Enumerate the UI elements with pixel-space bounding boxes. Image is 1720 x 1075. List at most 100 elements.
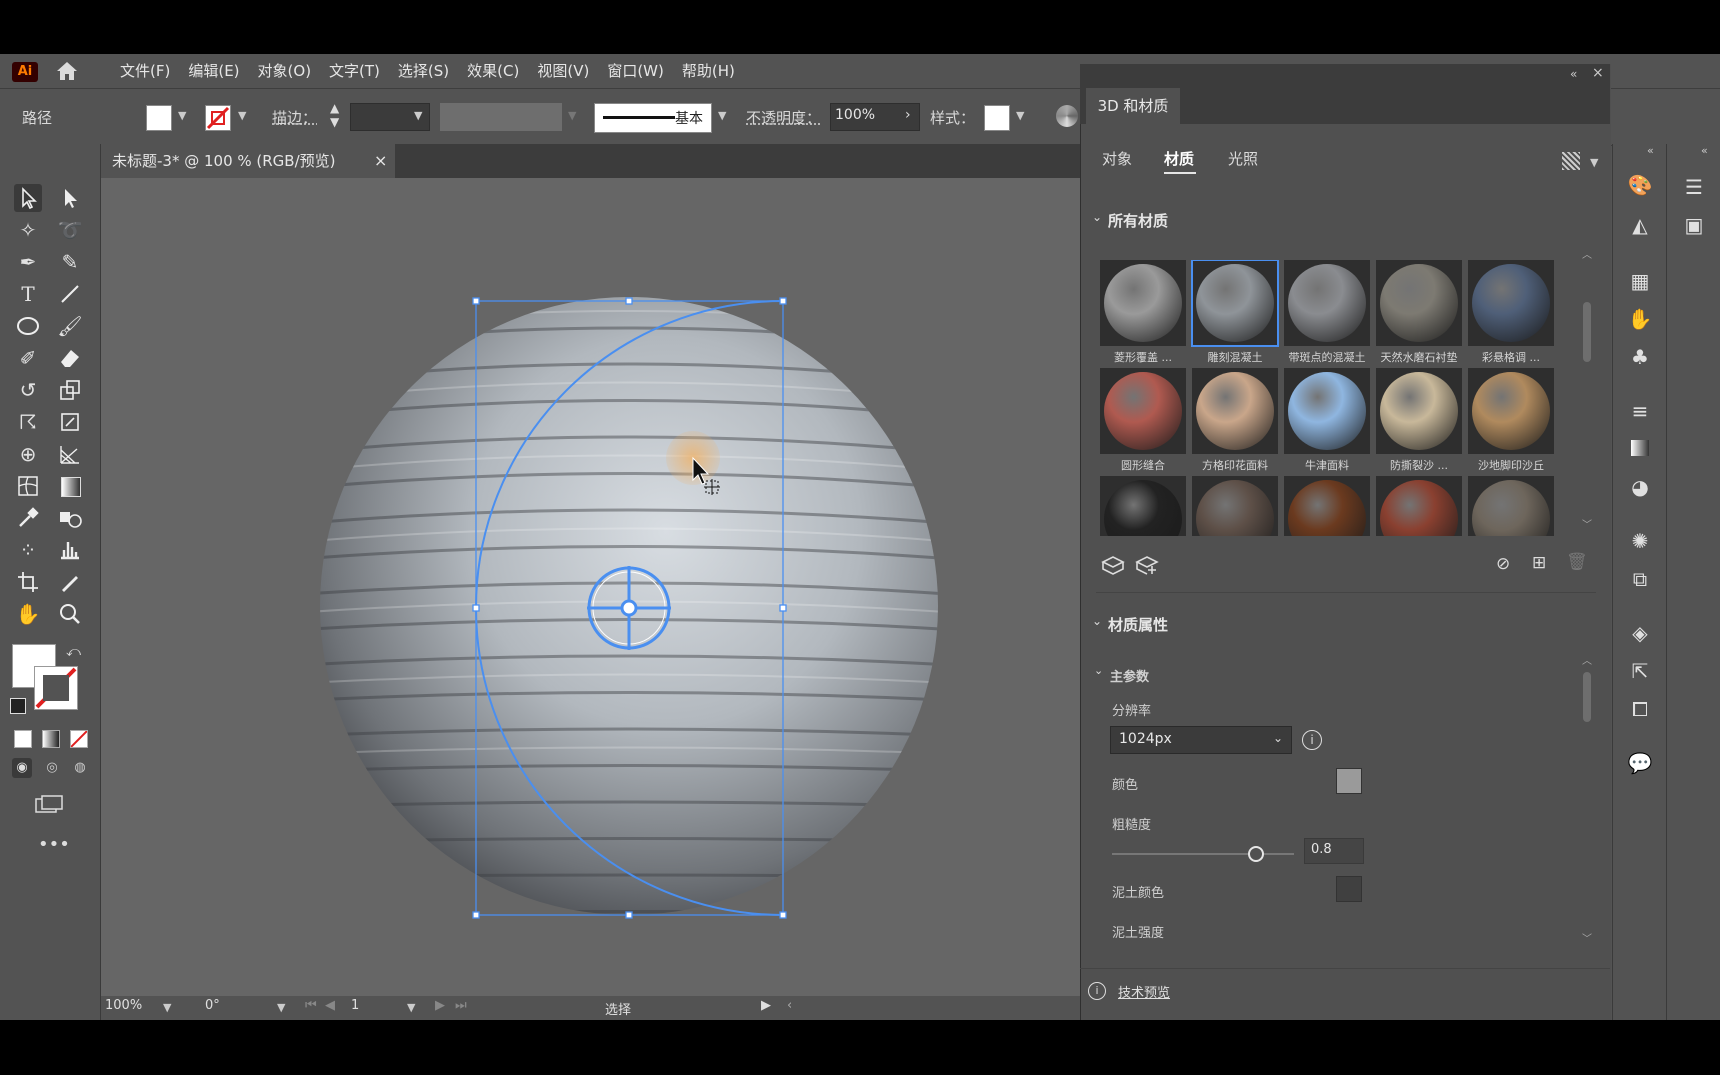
material-swatch[interactable] — [1376, 368, 1462, 454]
symbol-sprayer-tool-icon[interactable]: ⁘ — [14, 536, 42, 564]
remove-material-icon[interactable]: ⊘ — [1496, 554, 1510, 574]
roughness-slider[interactable] — [1112, 846, 1294, 862]
new-material-icon[interactable]: ⊞ — [1532, 553, 1546, 573]
lasso-tool-icon[interactable]: ➰ — [56, 216, 84, 244]
menu-object[interactable]: 对象(O) — [258, 60, 312, 81]
material-swatch[interactable] — [1284, 476, 1370, 536]
gradient-mode-icon[interactable] — [42, 730, 60, 748]
rotation-dropdown-icon[interactable]: ▼ — [277, 1001, 285, 1014]
material-swatch[interactable] — [1284, 260, 1370, 346]
status-menu-icon[interactable]: ▶ — [761, 998, 771, 1013]
artboard-tool-icon[interactable] — [14, 568, 42, 596]
materials-scroll-thumb[interactable] — [1583, 302, 1591, 362]
material-swatch[interactable] — [1284, 368, 1370, 454]
panel-close-icon[interactable]: × — [1592, 65, 1604, 81]
more-tools-icon[interactable]: ••• — [38, 834, 70, 855]
stroke-weight-dropdown-icon[interactable]: ▼ — [414, 109, 422, 122]
material-swatch[interactable] — [1468, 260, 1554, 346]
slice-tool-icon[interactable] — [56, 568, 84, 596]
zoom-dropdown-icon[interactable]: ▼ — [163, 1001, 171, 1014]
eraser-tool-icon[interactable] — [56, 344, 84, 372]
scroll-down-icon[interactable]: ﹀ — [1582, 516, 1592, 531]
delete-material-icon[interactable]: 🗑 — [1566, 552, 1588, 572]
artboards-panel-icon[interactable]: ⧠ — [1627, 696, 1653, 722]
shaper-tool-icon[interactable]: ✐ — [14, 344, 42, 372]
menu-help[interactable]: 帮助(H) — [682, 60, 735, 81]
menu-select[interactable]: 选择(S) — [398, 60, 449, 81]
fill-dropdown-icon[interactable]: ▼ — [178, 109, 186, 122]
close-tab-icon[interactable]: × — [374, 144, 387, 178]
curvature-tool-icon[interactable]: ✎ — [56, 248, 84, 276]
material-swatch[interactable] — [1468, 368, 1554, 454]
material-swatch[interactable] — [1468, 476, 1554, 536]
material-swatch[interactable] — [1100, 260, 1186, 346]
stroke-weight-stepper[interactable]: ▲ ▼ — [330, 101, 339, 129]
tab-lighting[interactable]: 光照 — [1228, 148, 1258, 169]
magic-wand-tool-icon[interactable]: ✧ — [14, 216, 42, 244]
eyedropper-tool-icon[interactable] — [14, 504, 42, 532]
draw-inside-icon[interactable]: ◍ — [70, 758, 90, 778]
material-swatch[interactable] — [1376, 260, 1462, 346]
last-artboard-icon[interactable]: ⏭ — [455, 998, 467, 1013]
gradient-panel-icon[interactable] — [1627, 436, 1653, 462]
screen-mode-icon[interactable] — [34, 794, 64, 814]
properties-scroll-thumb[interactable] — [1583, 672, 1591, 722]
material-properties-chevron-icon[interactable]: ⌄ — [1092, 614, 1102, 628]
render-preview-icon[interactable] — [1562, 152, 1580, 170]
material-swatch[interactable] — [1191, 260, 1279, 347]
default-fill-stroke-icon[interactable] — [10, 698, 26, 714]
panel-title-tab[interactable]: 3D 和材质 — [1086, 88, 1180, 124]
properties-scroll-down-icon[interactable]: ﹀ — [1582, 930, 1592, 945]
libraries-icon[interactable]: ▦ — [1627, 268, 1653, 294]
scroll-left-icon[interactable]: ‹ — [787, 998, 792, 1013]
resolution-select[interactable]: 1024px ⌄ — [1110, 726, 1292, 754]
hand-tool-icon[interactable]: ✋ — [14, 600, 42, 628]
warp-tool-icon[interactable]: ☈ — [14, 408, 42, 436]
pen-tool-icon[interactable]: ✒ — [14, 248, 42, 276]
artboard-canvas[interactable] — [101, 178, 1081, 996]
symbols-icon[interactable]: ♣ — [1627, 344, 1653, 370]
stroke-dropdown-icon[interactable]: ▼ — [238, 109, 246, 122]
asset-export-icon[interactable]: ⇱ — [1627, 658, 1653, 684]
line-tool-icon[interactable] — [56, 280, 84, 308]
properties-scrollbar[interactable]: ︿ ﹀ — [1582, 652, 1592, 946]
free-transform-tool-icon[interactable] — [56, 408, 84, 436]
comments-icon[interactable]: 💬 — [1627, 750, 1653, 776]
draw-normal-icon[interactable]: ◉ — [12, 758, 32, 778]
import-material-icon[interactable] — [1134, 554, 1160, 576]
color-guide-icon[interactable]: 🎨 — [1627, 172, 1653, 198]
next-artboard-icon[interactable]: ▶ — [435, 998, 445, 1013]
color-swatch[interactable] — [1336, 768, 1362, 794]
material-swatch[interactable] — [1100, 476, 1186, 536]
menu-edit[interactable]: 编辑(E) — [188, 60, 239, 81]
color-mode-icon[interactable] — [14, 730, 32, 748]
graphic-styles-icon[interactable]: ⧉ — [1627, 566, 1653, 592]
previous-artboard-icon[interactable]: ◀ — [325, 998, 335, 1013]
ellipse-tool-icon[interactable] — [14, 312, 42, 340]
opacity-arrow-icon[interactable]: › — [905, 107, 911, 123]
materials-scrollbar[interactable]: ︿ ﹀ — [1582, 246, 1592, 536]
resolution-chevron-icon[interactable]: ⌄ — [1273, 731, 1283, 745]
all-materials-chevron-icon[interactable]: ⌄ — [1092, 210, 1102, 224]
brush-definition[interactable]: 基本 — [594, 103, 712, 133]
dock-collapse-icon[interactable]: « — [1647, 144, 1654, 157]
dock2-collapse-icon[interactable]: « — [1701, 144, 1708, 157]
draw-behind-icon[interactable]: ◎ — [42, 758, 62, 778]
stroke-swatch[interactable] — [205, 105, 231, 131]
brushes-icon[interactable]: ✋ — [1627, 306, 1653, 332]
selection-tool-icon[interactable] — [14, 184, 42, 212]
roughness-slider-thumb[interactable] — [1248, 846, 1264, 862]
artboard-dropdown-icon[interactable]: ▼ — [407, 1001, 415, 1014]
swap-fill-stroke-icon[interactable]: ⤺ — [66, 644, 81, 660]
artboard-number-input[interactable]: 1 — [351, 998, 391, 1018]
rotate-tool-icon[interactable]: ↺ — [14, 376, 42, 404]
first-artboard-icon[interactable]: ⏮ — [305, 998, 317, 1013]
dirt-color-swatch[interactable] — [1336, 876, 1362, 902]
type-tool-icon[interactable]: T — [14, 280, 42, 308]
blend-tool-icon[interactable] — [56, 504, 84, 532]
profile-dropdown-icon[interactable]: ▼ — [568, 109, 576, 122]
image-trace-icon[interactable]: ◭ — [1627, 212, 1653, 238]
layers-icon[interactable]: ◈ — [1627, 620, 1653, 646]
menu-file[interactable]: 文件(F) — [120, 60, 170, 81]
mesh-tool-icon[interactable] — [14, 472, 42, 500]
